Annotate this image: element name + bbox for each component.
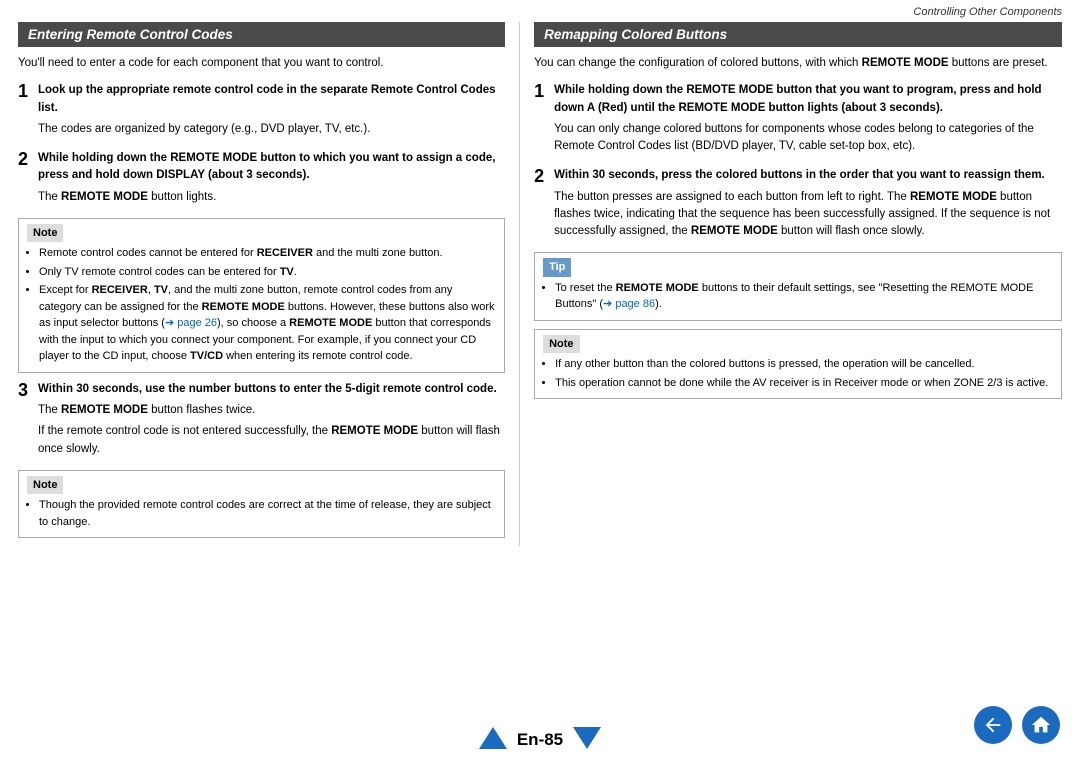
note-1-item-3: Except for RECEIVER, TV, and the multi z… [39,282,496,365]
next-page-icon [573,727,601,749]
right-note-item-1: If any other button than the colored but… [555,356,1053,373]
right-step-2-body: The button presses are assigned to each … [554,189,1062,241]
note-2-list: Though the provided remote control codes… [27,497,496,530]
step-3-body1: The REMOTE MODE button flashes twice. [38,402,505,419]
home-button[interactable] [1022,706,1060,744]
right-note-list: If any other button than the colored but… [543,356,1053,391]
step-1-body: The codes are organized by category (e.g… [38,121,505,138]
left-note-2: Note Though the provided remote control … [18,470,505,539]
footer-right-buttons [974,706,1060,744]
step-3-content: Within 30 seconds, use the number button… [38,381,505,462]
back-button[interactable] [974,706,1012,744]
right-step-number-1: 1 [534,82,548,159]
note-1-item-1: Remote control codes cannot be entered f… [39,245,496,262]
right-step-1-content: While holding down the REMOTE MODE butto… [554,82,1062,159]
right-step-number-2: 2 [534,167,548,244]
home-icon [1030,714,1052,736]
step-3-body2: If the remote control code is not entere… [38,423,505,458]
tip-item-1: To reset the REMOTE MODE buttons to thei… [555,280,1053,313]
right-step-2-content: Within 30 seconds, press the colored but… [554,167,1062,244]
note-1-list: Remote control codes cannot be entered f… [27,245,496,365]
next-page-button[interactable] [573,727,601,752]
right-note-item-2: This operation cannot be done while the … [555,375,1053,392]
step-1-title: Look up the appropriate remote control c… [38,82,505,117]
step-1-content: Look up the appropriate remote control c… [38,82,505,142]
right-section-title: Remapping Colored Buttons [534,22,1062,47]
tip-list: To reset the REMOTE MODE buttons to thei… [543,280,1053,313]
left-step-1: 1 Look up the appropriate remote control… [18,82,505,142]
left-step-3: 3 Within 30 seconds, use the number butt… [18,381,505,462]
page86-link[interactable]: ➔ page 86 [603,298,655,310]
right-step-2: 2 Within 30 seconds, press the colored b… [534,167,1062,244]
left-column: Entering Remote Control Codes You'll nee… [18,22,519,546]
right-step-1-title: While holding down the REMOTE MODE butto… [554,82,1062,117]
footer-center: En-85 [479,727,601,752]
right-column: Remapping Colored Buttons You can change… [519,22,1062,546]
right-step-1-body: You can only change colored buttons for … [554,121,1062,156]
section-title-header: Controlling Other Components [913,6,1062,18]
note-1-label: Note [27,224,63,243]
tip-box: Tip To reset the REMOTE MODE buttons to … [534,252,1062,321]
right-note-label: Note [543,335,579,354]
step-number-1: 1 [18,82,32,142]
right-step-2-title: Within 30 seconds, press the colored but… [554,167,1062,184]
left-intro: You'll need to enter a code for each com… [18,55,505,72]
step-2-content: While holding down the REMOTE MODE butto… [38,150,505,210]
left-note-1: Note Remote control codes cannot be ente… [18,218,505,373]
step-number-2: 2 [18,150,32,210]
page26-link[interactable]: ➔ page 26 [165,317,217,329]
right-note: Note If any other button than the colore… [534,329,1062,400]
left-section-title: Entering Remote Control Codes [18,22,505,47]
step-2-title: While holding down the REMOTE MODE butto… [38,150,505,185]
tip-label: Tip [543,258,571,277]
prev-page-button[interactable] [479,727,507,752]
note-2-label: Note [27,476,63,495]
main-content: Entering Remote Control Codes You'll nee… [0,22,1080,546]
step-number-3: 3 [18,381,32,462]
step-2-body: The REMOTE MODE button lights. [38,189,505,206]
step-3-title: Within 30 seconds, use the number button… [38,381,505,398]
left-step-2: 2 While holding down the REMOTE MODE but… [18,150,505,210]
prev-page-icon [479,727,507,749]
right-intro: You can change the configuration of colo… [534,55,1062,72]
page-header: Controlling Other Components [0,0,1080,22]
right-step-1: 1 While holding down the REMOTE MODE but… [534,82,1062,159]
note-1-item-2: Only TV remote control codes can be ente… [39,264,496,281]
page-footer: En-85 [0,727,1080,752]
page-number: En-85 [517,730,563,750]
note-2-item-1: Though the provided remote control codes… [39,497,496,530]
back-icon [982,714,1004,736]
